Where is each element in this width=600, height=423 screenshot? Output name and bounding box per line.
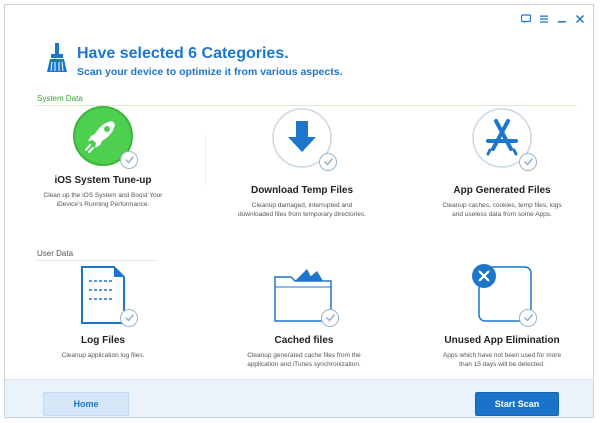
page-title: Have selected 6 Categories.: [77, 45, 289, 62]
category-name: App Generated Files: [453, 185, 551, 196]
window-controls: [520, 11, 585, 24]
category-description: Cleanup application log files.: [61, 352, 145, 359]
home-button[interactable]: Home: [43, 392, 129, 416]
page-subtitle: Scan your device to optimize it from var…: [77, 66, 343, 78]
checked-icon[interactable]: [519, 153, 537, 171]
close-icon[interactable]: [575, 11, 585, 24]
minimize-icon[interactable]: [557, 11, 567, 23]
category-ios-system-tune-up[interactable]: iOS System Tune-up Clean up the iOS Syst…: [28, 105, 178, 209]
category-description: Cleanup caches, cookies, temp files, log…: [442, 202, 562, 218]
feedback-icon[interactable]: [520, 11, 532, 24]
category-description: Cleanup damaged, interrupted and downloa…: [238, 202, 366, 218]
category-name: Cached files: [274, 335, 334, 346]
column-divider: [205, 135, 206, 185]
section-label-system-data: System Data: [37, 94, 83, 103]
header: Have selected 6 Categories. Scan your de…: [45, 43, 343, 79]
start-scan-button[interactable]: Start Scan: [475, 392, 559, 416]
checked-icon[interactable]: [519, 309, 537, 327]
category-name: iOS System Tune-up: [54, 175, 152, 186]
category-name: Unused App Elimination: [444, 335, 560, 346]
category-log-files[interactable]: Log Files Cleanup application log files.: [28, 263, 178, 361]
checked-icon[interactable]: [319, 153, 337, 171]
section-label-user-data: User Data: [37, 249, 74, 258]
menu-icon[interactable]: [539, 11, 549, 23]
category-name: Log Files: [81, 335, 125, 346]
broom-icon: [45, 43, 69, 73]
checked-icon[interactable]: [321, 309, 339, 327]
app-window: Have selected 6 Categories. Scan your de…: [4, 4, 594, 418]
category-description: Clean up the iOS System and Boost Your i…: [43, 192, 163, 208]
checked-icon[interactable]: [120, 309, 138, 327]
category-unused-app-elimination[interactable]: Unused App Elimination Apps which have n…: [427, 263, 577, 369]
category-description: Apps which have not been used for more t…: [442, 352, 562, 368]
category-description: Cleanup generated cache files from the a…: [247, 352, 361, 368]
category-name: Download Temp Files: [250, 185, 354, 196]
footer-bar: Home Start Scan: [5, 379, 593, 417]
section-divider: [37, 260, 157, 261]
category-app-generated-files[interactable]: App Generated Files Cleanup caches, cook…: [427, 107, 577, 219]
checked-icon[interactable]: [120, 151, 138, 169]
category-cached-files[interactable]: Cached files Cleanup generated cache fil…: [229, 263, 379, 369]
category-download-temp-files[interactable]: Download Temp Files Cleanup damaged, int…: [227, 107, 377, 219]
